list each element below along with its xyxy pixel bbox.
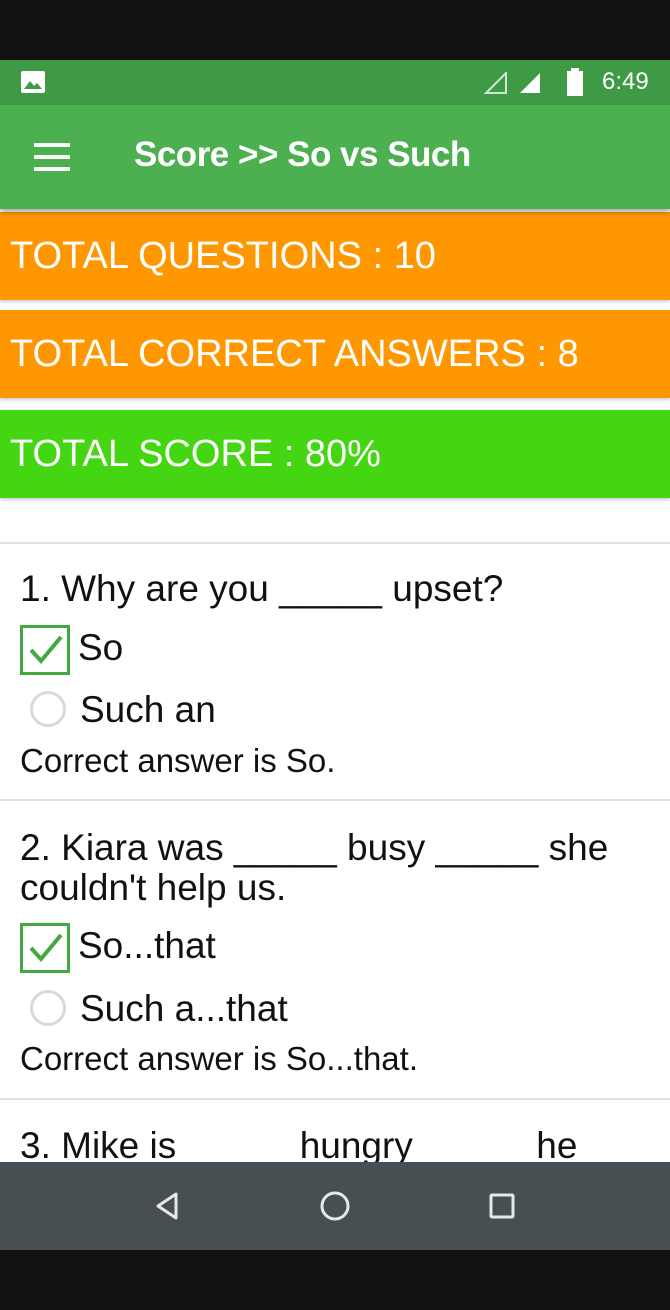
toolbar-title: Score >> So vs Such [134, 135, 471, 174]
recents-icon[interactable] [484, 1188, 520, 1224]
divider [0, 1098, 670, 1100]
checkbox-checked-icon[interactable] [20, 625, 70, 675]
signal-icon [520, 73, 540, 93]
total-score-card: TOTAL SCORE : 80% [0, 410, 670, 498]
home-icon[interactable] [317, 1188, 353, 1224]
question-3-text: 3. Mike is _____ hungry _____ he [20, 1125, 578, 1163]
question-1-answer: Correct answer is So. [20, 742, 336, 779]
total-questions-card: TOTAL QUESTIONS : 10 [0, 212, 670, 300]
question-2-answer: Correct answer is So...that. [20, 1040, 418, 1077]
question-1-option-1-label: So [78, 627, 124, 668]
divider [0, 799, 670, 801]
status-time: 6:49 [602, 68, 649, 95]
question-1-option-2-label: Such an [80, 689, 216, 730]
hamburger-menu-icon[interactable] [34, 143, 70, 171]
question-2-text: 2. Kiara was _____ busy _____ she couldn… [20, 827, 609, 908]
question-2-option-2-label: Such a...that [80, 988, 288, 1029]
app-toolbar: Score >> So vs Such [0, 105, 670, 209]
signal-outline-icon [484, 72, 507, 94]
question-1-text: 1. Why are you _____ upset? [20, 568, 504, 609]
question-2-option-1-label: So...that [78, 925, 216, 966]
score-content[interactable]: TOTAL QUESTIONS : 10 TOTAL CORRECT ANSWE… [0, 209, 670, 1162]
radio-unchecked-icon[interactable] [30, 691, 66, 727]
back-icon[interactable] [150, 1188, 186, 1224]
battery-icon [567, 68, 583, 96]
radio-unchecked-icon[interactable] [30, 990, 66, 1026]
bottom-black-bar [0, 1250, 670, 1310]
divider [0, 542, 670, 544]
checkbox-checked-icon[interactable] [20, 923, 70, 973]
gallery-icon [21, 71, 45, 93]
status-bar: 6:49 [0, 60, 670, 105]
total-correct-card: TOTAL CORRECT ANSWERS : 8 [0, 310, 670, 398]
navigation-bar [0, 1162, 670, 1250]
top-black-bar [0, 0, 670, 60]
